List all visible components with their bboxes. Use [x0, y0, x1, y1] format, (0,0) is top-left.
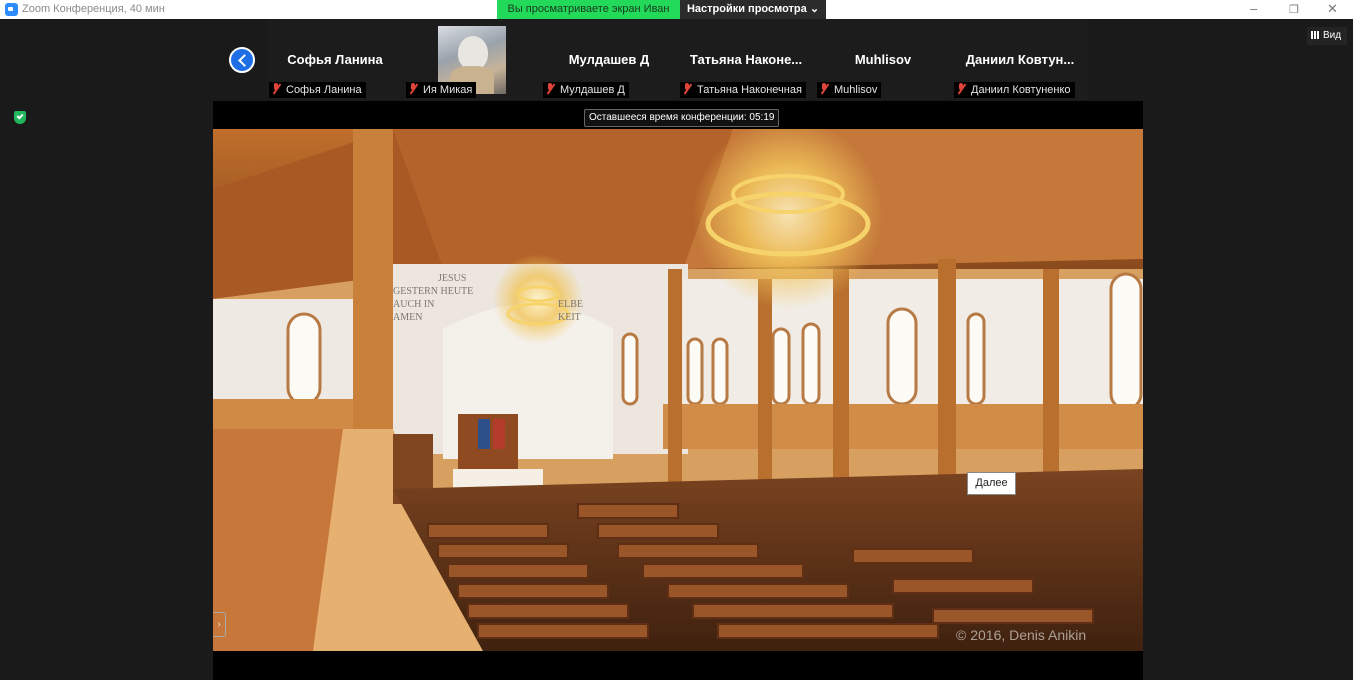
muted-mic-icon [545, 83, 556, 94]
photo-copyright: © 2016, Denis Anikin [956, 627, 1086, 643]
wall-text: JESUS [438, 273, 466, 284]
view-options-button[interactable]: Настройки просмотра ⌄ [680, 0, 826, 19]
restore-button[interactable]: ❐ [1289, 3, 1299, 16]
participant-label: Татьяна Наконечная [680, 82, 806, 98]
muted-mic-icon [956, 83, 967, 94]
zoom-app-icon [5, 3, 18, 16]
participant-tile[interactable]: Татьяна Наконе... Татьяна Наконечная [678, 19, 814, 100]
participant-label: Мулдашев Д [543, 82, 629, 98]
participant-tile[interactable]: Ия Микая [404, 19, 540, 100]
minimize-button[interactable]: – [1250, 1, 1257, 16]
window-title: Zoom Конференция, 40 мин [22, 3, 165, 15]
participant-label: Даниил Ковтуненко [954, 82, 1075, 98]
participant-name: Софья Ланина [287, 52, 383, 67]
participant-label: Софья Ланина [269, 82, 366, 98]
participant-name: Мулдашев Д [568, 52, 650, 67]
wall-text: AMEN [393, 312, 422, 323]
wall-text: KEIT [558, 312, 581, 323]
participant-name: Muhlisov [854, 52, 912, 67]
expand-panel-chevron-icon[interactable]: › [213, 612, 226, 637]
participant-label: Ия Микая [406, 82, 477, 98]
wall-text: ELBE [558, 299, 583, 310]
grid-icon [1311, 31, 1320, 40]
participant-tile[interactable]: Muhlisov Muhlisov [815, 19, 951, 100]
shared-church-photo: JESUS GESTERN HEUTE AUCH IN AMEN ELBE KE… [213, 129, 1143, 651]
view-button[interactable]: Вид [1307, 27, 1347, 45]
participant-tile[interactable]: Мулдашев Д Мулдашев Д [541, 19, 677, 100]
participant-name: Даниил Ковтун... [965, 52, 1075, 67]
muted-mic-icon [408, 83, 419, 94]
participant-name: Татьяна Наконе... [689, 52, 803, 67]
muted-mic-icon [271, 83, 282, 94]
viewing-share-banner: Вы просматриваете экран Иван [497, 0, 680, 19]
participant-tile[interactable]: Софья Ланина Софья Ланина [267, 19, 403, 100]
muted-mic-icon [819, 83, 830, 94]
meeting-timer: Оставшееся время конференции: 05:19 [584, 109, 780, 127]
church-interior-illustration: JESUS GESTERN HEUTE AUCH IN AMEN ELBE KE… [213, 129, 1143, 651]
wall-text: AUCH IN [393, 299, 434, 310]
security-shield-icon[interactable] [14, 111, 26, 124]
wall-text: GESTERN HEUTE [393, 286, 473, 297]
next-tooltip: Далее [967, 472, 1016, 495]
view-button-label: Вид [1323, 30, 1342, 41]
muted-mic-icon [682, 83, 693, 94]
participant-tile[interactable]: Даниил Ковтун... Даниил Ковтуненко [952, 19, 1088, 100]
previous-participants-button[interactable] [229, 47, 255, 73]
close-button[interactable]: ✕ [1327, 1, 1338, 17]
participant-label: Muhlisov [817, 82, 882, 98]
